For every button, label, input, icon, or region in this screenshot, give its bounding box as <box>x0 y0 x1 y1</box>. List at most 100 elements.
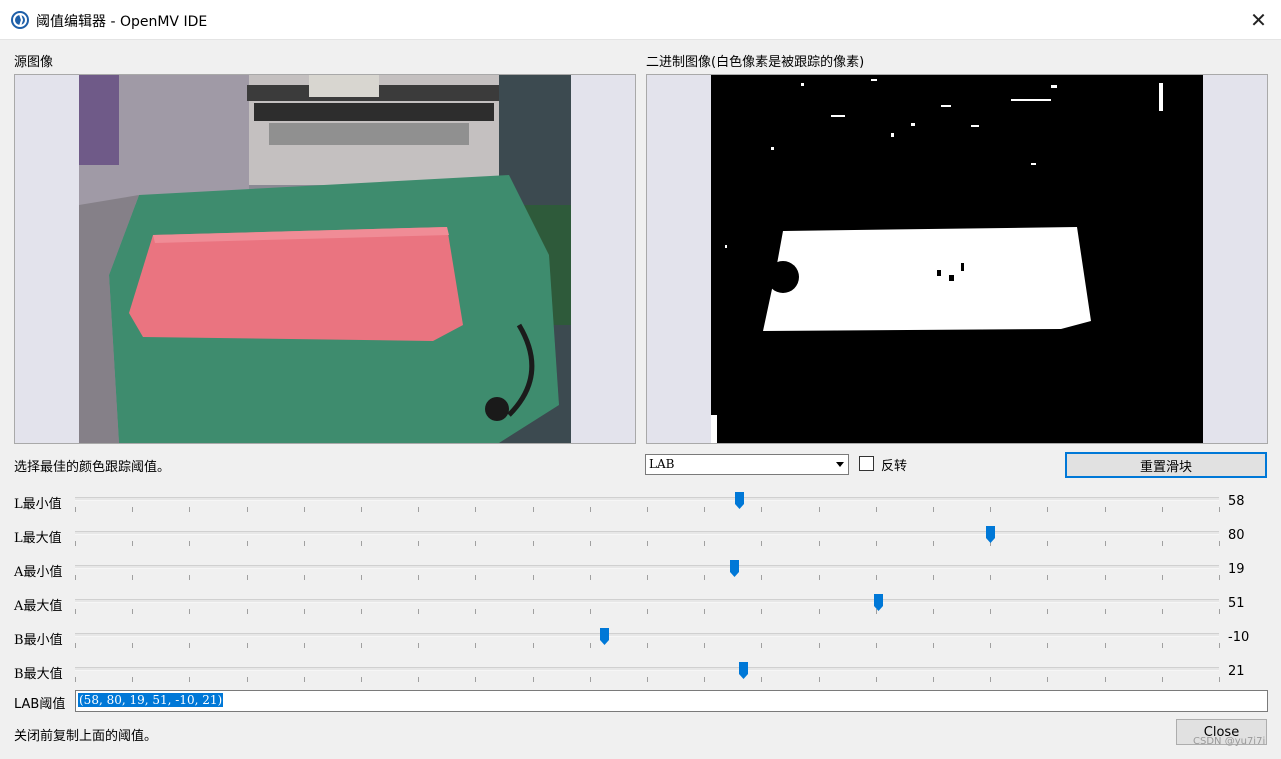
slider-tick <box>819 541 820 546</box>
slider-row: A最小值 19 <box>0 555 1281 589</box>
slider-tick <box>990 575 991 580</box>
slider-tick <box>418 541 419 546</box>
slider-tick <box>247 609 248 614</box>
slider-tick <box>1105 507 1106 512</box>
slider-tick <box>1219 677 1220 682</box>
slider-thumb[interactable] <box>985 525 996 544</box>
slider-label: B最小值 <box>14 629 63 648</box>
slider-tick <box>819 507 820 512</box>
slider-tick <box>761 575 762 580</box>
slider-label: L最小值 <box>14 493 62 512</box>
slider-tick <box>761 541 762 546</box>
slider-tick <box>590 609 591 614</box>
slider-tick <box>247 575 248 580</box>
slider-tick <box>1047 541 1048 546</box>
slider-tick <box>1219 609 1220 614</box>
reset-sliders-button[interactable]: 重置滑块 <box>1065 452 1267 478</box>
slider-tick <box>132 609 133 614</box>
slider-ticks <box>75 609 1220 615</box>
slider-channel: A <box>14 565 24 580</box>
slider-thumb[interactable] <box>729 559 740 578</box>
slider-tick <box>590 541 591 546</box>
slider-tick <box>475 541 476 546</box>
reset-sliders-label: 重置滑块 <box>1139 459 1192 475</box>
slider-tick <box>247 507 248 512</box>
color-space-value: LAB <box>649 457 675 471</box>
slider-tick <box>304 643 305 648</box>
slider-value: 19 <box>1228 562 1245 577</box>
slider-track[interactable] <box>75 497 1219 501</box>
slider-tick <box>533 609 534 614</box>
slider-thumb[interactable] <box>738 661 749 680</box>
slider-track[interactable] <box>75 599 1219 603</box>
slider-tick <box>132 575 133 580</box>
footer-hint: 关闭前复制上面的阈值。 <box>14 729 158 744</box>
slider-tick <box>533 677 534 682</box>
slider-tick <box>75 677 76 682</box>
slider-tick <box>819 677 820 682</box>
slider-label: B最大值 <box>14 663 63 682</box>
slider-track[interactable] <box>75 667 1219 671</box>
slider-track[interactable] <box>75 633 1219 637</box>
slider-tick <box>1047 575 1048 580</box>
slider-tick <box>1162 507 1163 512</box>
openmv-logo-icon <box>11 11 29 29</box>
slider-tick <box>933 609 934 614</box>
slider-thumb[interactable] <box>734 491 745 510</box>
slider-tick <box>475 677 476 682</box>
slider-tick <box>475 507 476 512</box>
slider-channel: B <box>14 633 24 648</box>
slider-tick <box>75 575 76 580</box>
slider-tick <box>1162 575 1163 580</box>
slider-tick <box>990 643 991 648</box>
slider-tick <box>1105 643 1106 648</box>
color-space-select[interactable]: LAB <box>645 454 849 475</box>
slider-tick <box>647 575 648 580</box>
slider-row: L最小值 58 <box>0 487 1281 521</box>
slider-tick <box>132 507 133 512</box>
slider-bound: 最小值 <box>23 565 63 580</box>
slider-tick <box>1105 609 1106 614</box>
slider-thumb[interactable] <box>873 593 884 612</box>
binary-image-view <box>646 74 1268 444</box>
slider-tick <box>1162 609 1163 614</box>
slider-bound: 最大值 <box>23 599 63 614</box>
slider-tick <box>189 507 190 512</box>
slider-tick <box>1162 643 1163 648</box>
source-image-view <box>14 74 636 444</box>
slider-tick <box>819 609 820 614</box>
slider-track[interactable] <box>75 565 1219 569</box>
slider-tick <box>761 643 762 648</box>
slider-tick <box>933 643 934 648</box>
slider-tick <box>304 609 305 614</box>
lab-threshold-label: LAB阈值 <box>14 697 66 712</box>
slider-tick <box>1105 541 1106 546</box>
slider-tick <box>590 507 591 512</box>
slider-tick <box>704 677 705 682</box>
slider-tick <box>475 609 476 614</box>
window-close-icon[interactable]: ✕ <box>1236 0 1281 40</box>
slider-tick <box>704 507 705 512</box>
slider-tick <box>189 643 190 648</box>
slider-ticks <box>75 643 1220 649</box>
slider-thumb[interactable] <box>599 627 610 646</box>
window-title: 阈值编辑器 - OpenMV IDE <box>36 14 208 30</box>
slider-bound: 最大值 <box>23 667 63 682</box>
slider-tick <box>1162 541 1163 546</box>
slider-channel: L <box>14 531 23 546</box>
slider-row: A最大值 51 <box>0 589 1281 623</box>
slider-tick <box>75 643 76 648</box>
slider-tick <box>361 507 362 512</box>
slider-tick <box>590 643 591 648</box>
slider-tick <box>590 575 591 580</box>
invert-checkbox[interactable] <box>859 456 874 471</box>
slider-tick <box>1047 609 1048 614</box>
slider-tick <box>304 575 305 580</box>
slider-tick <box>533 541 534 546</box>
slider-tick <box>1162 677 1163 682</box>
slider-track[interactable] <box>75 531 1219 535</box>
slider-tick <box>761 507 762 512</box>
slider-tick <box>704 575 705 580</box>
slider-ticks <box>75 541 1220 547</box>
lab-threshold-field[interactable]: (58, 80, 19, 51, -10, 21) <box>75 690 1268 712</box>
